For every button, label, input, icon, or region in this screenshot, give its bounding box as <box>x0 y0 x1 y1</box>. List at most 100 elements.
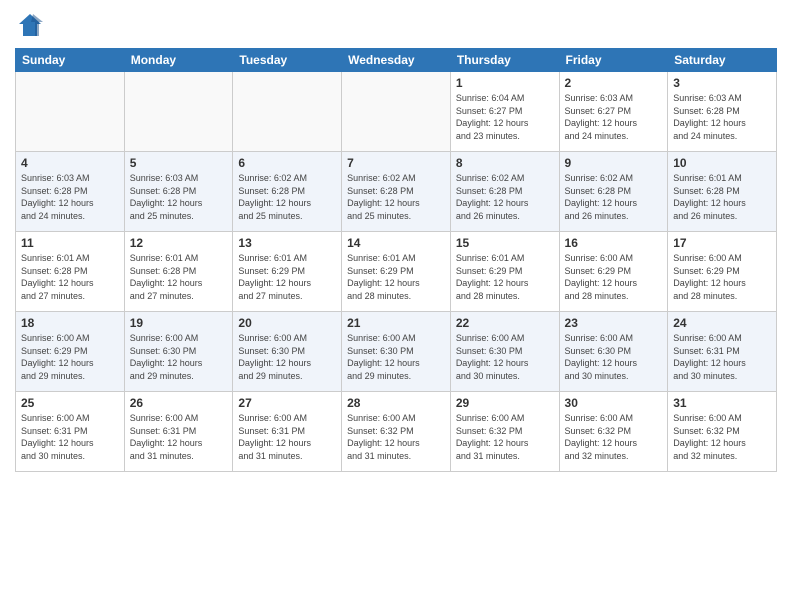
calendar-cell: 27 Sunrise: 6:00 AM Sunset: 6:31 PM Dayli… <box>233 392 342 472</box>
calendar-cell: 17 Sunrise: 6:00 AM Sunset: 6:29 PM Dayli… <box>668 232 777 312</box>
day-info: Sunrise: 6:01 AM Sunset: 6:29 PM Dayligh… <box>347 252 445 302</box>
day-number: 11 <box>21 236 119 250</box>
calendar-cell: 24 Sunrise: 6:00 AM Sunset: 6:31 PM Dayli… <box>668 312 777 392</box>
weekday-header-sunday: Sunday <box>16 49 125 72</box>
day-info: Sunrise: 6:02 AM Sunset: 6:28 PM Dayligh… <box>565 172 663 222</box>
calendar-cell: 13Sunrise: 6:01 AM Sunset: 6:29 PM Dayli… <box>233 232 342 312</box>
day-info: Sunrise: 6:00 AM Sunset: 6:31 PM Dayligh… <box>238 412 336 462</box>
calendar-cell: 19 Sunrise: 6:00 AM Sunset: 6:30 PM Dayli… <box>124 312 233 392</box>
day-number: 31 <box>673 396 771 410</box>
day-number: 13 <box>238 236 336 250</box>
day-number: 16 <box>565 236 663 250</box>
calendar-cell: 15 Sunrise: 6:01 AM Sunset: 6:29 PM Dayli… <box>450 232 559 312</box>
day-number: 12 <box>130 236 228 250</box>
day-info: Sunrise: 6:00 AM Sunset: 6:31 PM Dayligh… <box>130 412 228 462</box>
day-info: Sunrise: 6:03 AM Sunset: 6:28 PM Dayligh… <box>21 172 119 222</box>
day-number: 20 <box>238 316 336 330</box>
day-info: Sunrise: 6:02 AM Sunset: 6:28 PM Dayligh… <box>456 172 554 222</box>
day-info: Sunrise: 6:00 AM Sunset: 6:29 PM Dayligh… <box>673 252 771 302</box>
day-number: 19 <box>130 316 228 330</box>
calendar-cell: 18 Sunrise: 6:00 AM Sunset: 6:29 PM Dayli… <box>16 312 125 392</box>
calendar-week-row: 11 Sunrise: 6:01 AM Sunset: 6:28 PM Dayli… <box>16 232 777 312</box>
day-info: Sunrise: 6:00 AM Sunset: 6:29 PM Dayligh… <box>565 252 663 302</box>
day-number: 26 <box>130 396 228 410</box>
day-info: Sunrise: 6:04 AM Sunset: 6:27 PM Dayligh… <box>456 92 554 142</box>
day-number: 14 <box>347 236 445 250</box>
calendar-cell: 23Sunrise: 6:00 AM Sunset: 6:30 PM Dayli… <box>559 312 668 392</box>
day-info: Sunrise: 6:00 AM Sunset: 6:30 PM Dayligh… <box>238 332 336 382</box>
day-number: 1 <box>456 76 554 90</box>
calendar-cell: 10 Sunrise: 6:01 AM Sunset: 6:28 PM Dayli… <box>668 152 777 232</box>
calendar-cell: 14 Sunrise: 6:01 AM Sunset: 6:29 PM Dayli… <box>342 232 451 312</box>
day-number: 27 <box>238 396 336 410</box>
calendar-cell <box>233 72 342 152</box>
day-info: Sunrise: 6:00 AM Sunset: 6:32 PM Dayligh… <box>565 412 663 462</box>
calendar-week-row: 1 Sunrise: 6:04 AM Sunset: 6:27 PM Daylig… <box>16 72 777 152</box>
day-info: Sunrise: 6:00 AM Sunset: 6:30 PM Dayligh… <box>347 332 445 382</box>
calendar-cell: 26 Sunrise: 6:00 AM Sunset: 6:31 PM Dayli… <box>124 392 233 472</box>
calendar-cell: 4Sunrise: 6:03 AM Sunset: 6:28 PM Daylig… <box>16 152 125 232</box>
calendar-cell: 31 Sunrise: 6:00 AM Sunset: 6:32 PM Dayli… <box>668 392 777 472</box>
day-number: 17 <box>673 236 771 250</box>
weekday-header-friday: Friday <box>559 49 668 72</box>
calendar-cell: 1 Sunrise: 6:04 AM Sunset: 6:27 PM Daylig… <box>450 72 559 152</box>
calendar-week-row: 25 Sunrise: 6:00 AM Sunset: 6:31 PM Dayli… <box>16 392 777 472</box>
day-info: Sunrise: 6:03 AM Sunset: 6:28 PM Dayligh… <box>130 172 228 222</box>
calendar-cell: 25 Sunrise: 6:00 AM Sunset: 6:31 PM Dayli… <box>16 392 125 472</box>
day-number: 15 <box>456 236 554 250</box>
day-number: 22 <box>456 316 554 330</box>
day-info: Sunrise: 6:00 AM Sunset: 6:32 PM Dayligh… <box>673 412 771 462</box>
calendar-cell: 6 Sunrise: 6:02 AM Sunset: 6:28 PM Daylig… <box>233 152 342 232</box>
calendar-cell: 29 Sunrise: 6:00 AM Sunset: 6:32 PM Dayli… <box>450 392 559 472</box>
day-number: 29 <box>456 396 554 410</box>
calendar-header: SundayMondayTuesdayWednesdayThursdayFrid… <box>16 49 777 72</box>
calendar-cell <box>342 72 451 152</box>
calendar-cell: 9 Sunrise: 6:02 AM Sunset: 6:28 PM Daylig… <box>559 152 668 232</box>
day-number: 2 <box>565 76 663 90</box>
day-info: Sunrise: 6:00 AM Sunset: 6:30 PM Dayligh… <box>130 332 228 382</box>
day-info: Sunrise: 6:00 AM Sunset: 6:31 PM Dayligh… <box>21 412 119 462</box>
logo-icon <box>15 10 45 40</box>
calendar-cell: 28Sunrise: 6:00 AM Sunset: 6:32 PM Dayli… <box>342 392 451 472</box>
weekday-header-monday: Monday <box>124 49 233 72</box>
day-info: Sunrise: 6:00 AM Sunset: 6:31 PM Dayligh… <box>673 332 771 382</box>
day-number: 8 <box>456 156 554 170</box>
calendar-cell: 3Sunrise: 6:03 AM Sunset: 6:28 PM Daylig… <box>668 72 777 152</box>
day-number: 23 <box>565 316 663 330</box>
day-info: Sunrise: 6:00 AM Sunset: 6:32 PM Dayligh… <box>456 412 554 462</box>
day-info: Sunrise: 6:00 AM Sunset: 6:29 PM Dayligh… <box>21 332 119 382</box>
calendar-cell: 5 Sunrise: 6:03 AM Sunset: 6:28 PM Daylig… <box>124 152 233 232</box>
day-number: 25 <box>21 396 119 410</box>
day-info: Sunrise: 6:01 AM Sunset: 6:29 PM Dayligh… <box>456 252 554 302</box>
day-info: Sunrise: 6:00 AM Sunset: 6:30 PM Dayligh… <box>456 332 554 382</box>
day-info: Sunrise: 6:01 AM Sunset: 6:28 PM Dayligh… <box>673 172 771 222</box>
day-info: Sunrise: 6:01 AM Sunset: 6:28 PM Dayligh… <box>130 252 228 302</box>
calendar-body: 1 Sunrise: 6:04 AM Sunset: 6:27 PM Daylig… <box>16 72 777 472</box>
day-number: 6 <box>238 156 336 170</box>
calendar-week-row: 4Sunrise: 6:03 AM Sunset: 6:28 PM Daylig… <box>16 152 777 232</box>
day-info: Sunrise: 6:03 AM Sunset: 6:27 PM Dayligh… <box>565 92 663 142</box>
day-info: Sunrise: 6:03 AM Sunset: 6:28 PM Dayligh… <box>673 92 771 142</box>
day-number: 28 <box>347 396 445 410</box>
calendar-cell: 20 Sunrise: 6:00 AM Sunset: 6:30 PM Dayli… <box>233 312 342 392</box>
calendar-cell: 11Sunrise: 6:01 AM Sunset: 6:28 PM Dayli… <box>16 232 125 312</box>
day-info: Sunrise: 6:02 AM Sunset: 6:28 PM Dayligh… <box>238 172 336 222</box>
calendar-cell <box>124 72 233 152</box>
page: SundayMondayTuesdayWednesdayThursdayFrid… <box>0 0 792 612</box>
day-number: 24 <box>673 316 771 330</box>
calendar-cell: 16 Sunrise: 6:00 AM Sunset: 6:29 PM Dayli… <box>559 232 668 312</box>
calendar-cell <box>16 72 125 152</box>
weekday-header-wednesday: Wednesday <box>342 49 451 72</box>
calendar-cell: 30 Sunrise: 6:00 AM Sunset: 6:32 PM Dayli… <box>559 392 668 472</box>
day-info: Sunrise: 6:02 AM Sunset: 6:28 PM Dayligh… <box>347 172 445 222</box>
day-number: 30 <box>565 396 663 410</box>
day-number: 5 <box>130 156 228 170</box>
calendar-cell: 12 Sunrise: 6:01 AM Sunset: 6:28 PM Dayli… <box>124 232 233 312</box>
day-number: 10 <box>673 156 771 170</box>
day-number: 9 <box>565 156 663 170</box>
calendar-cell: 21Sunrise: 6:00 AM Sunset: 6:30 PM Dayli… <box>342 312 451 392</box>
weekday-header-saturday: Saturday <box>668 49 777 72</box>
day-number: 7 <box>347 156 445 170</box>
logo <box>15 10 49 40</box>
day-number: 18 <box>21 316 119 330</box>
